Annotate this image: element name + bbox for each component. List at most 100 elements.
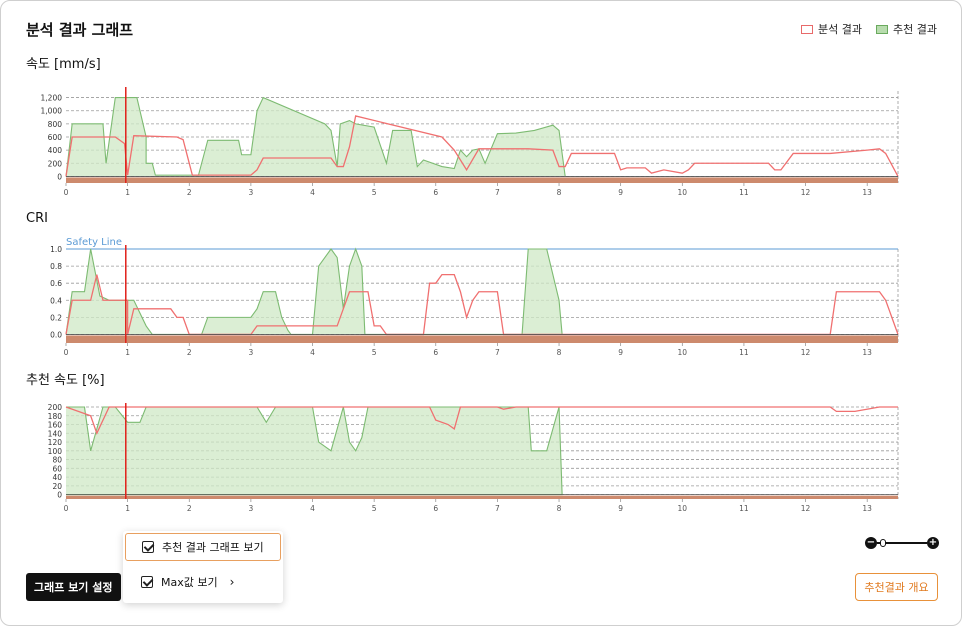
y-tick-label: 0.4 [50, 296, 62, 305]
chart-label-cri: CRI [26, 211, 48, 226]
y-tick-label: 0.2 [50, 313, 62, 322]
x-tick-label: 3 [248, 188, 253, 197]
x-tick-label: 3 [248, 504, 253, 513]
chevron-right-icon: › [229, 575, 235, 589]
x-tick-label: 0 [64, 348, 69, 357]
x-tick-label: 1 [125, 348, 130, 357]
legend-item-analysis: 분석 결과 [801, 21, 862, 37]
x-tick-label: 1 [125, 504, 130, 513]
legend-label-recommend: 추천 결과 [893, 23, 937, 36]
x-tick-label: 11 [739, 188, 749, 197]
legend-swatch-analysis [801, 24, 814, 34]
x-tick-label: 4 [310, 348, 315, 357]
x-tick-label: 10 [678, 348, 688, 357]
x-tick-label: 8 [557, 188, 562, 197]
x-tick-label: 6 [433, 188, 438, 197]
x-tick-label: 12 [801, 348, 811, 357]
y-tick-label: 60 [52, 464, 62, 473]
x-tick-label: 13 [862, 188, 872, 197]
x-tick-label: 2 [187, 504, 192, 513]
x-tick-label: 8 [557, 504, 562, 513]
x-tick-label: 11 [739, 504, 749, 513]
y-tick-label: 80 [52, 456, 62, 465]
y-tick-label: 20 [52, 482, 62, 491]
checkbox-checked-icon[interactable] [141, 576, 153, 588]
y-tick-label: 0.0 [50, 330, 62, 339]
y-tick-label: 400 [48, 146, 63, 155]
x-tick-label: 8 [557, 348, 562, 357]
y-tick-label: 0.8 [50, 262, 62, 271]
y-tick-label: 1.0 [50, 245, 62, 254]
x-tick-label: 5 [372, 504, 377, 513]
x-tick-label: 7 [495, 188, 500, 197]
graph-view-menu: 추천 결과 그래프 보기 Max값 보기 › [123, 531, 283, 603]
recommend-speed-chart: 0204060801001201401601802000 1 2 3 4 5 6 7 8 9 10 1… [48, 403, 899, 513]
x-tick-label: 4 [310, 188, 315, 197]
chart-label-speed: 속도 [mm/s] [26, 57, 101, 72]
recommend-summary-button[interactable]: 추천결과 개요 [855, 573, 938, 601]
x-tick-label: 9 [618, 504, 623, 513]
x-tick-label: 10 [678, 188, 688, 197]
y-tick-label: 0 [57, 491, 62, 500]
page-title: 분석 결과 그래프 [26, 21, 134, 39]
checkbox-checked-icon[interactable] [142, 541, 154, 553]
x-tick-label: 6 [433, 348, 438, 357]
x-tick-label: 6 [433, 504, 438, 513]
x-tick-label: 5 [372, 188, 377, 197]
y-tick-label: 120 [48, 438, 63, 447]
zoom-handle[interactable] [880, 539, 886, 547]
ground-band [66, 495, 898, 499]
y-tick-label: 200 [48, 159, 63, 168]
cri-chart: 0.00.20.40.60.81.0Safety Line0 1 2 3 4 5 6 7 8 9 1… [50, 237, 899, 357]
x-tick-label: 0 [64, 504, 69, 513]
legend-swatch-recommend [876, 24, 889, 34]
safety-line-label: Safety Line [66, 237, 122, 248]
x-tick-label: 13 [862, 348, 872, 357]
ground-band [66, 177, 898, 183]
zoom-slider[interactable]: − + [865, 537, 939, 549]
zoom-out-icon[interactable]: − [865, 537, 877, 549]
analysis-series-line [65, 273, 899, 336]
y-tick-label: 0.6 [50, 279, 62, 288]
y-tick-label: 1,200 [41, 94, 63, 103]
chart-legend: 분석 결과 추천 결과 [801, 21, 937, 37]
x-tick-label: 3 [248, 348, 253, 357]
y-tick-label: 800 [48, 120, 63, 129]
y-tick-label: 160 [48, 421, 63, 430]
ground-band [66, 335, 898, 343]
y-tick-label: 180 [48, 412, 63, 421]
x-tick-label: 9 [618, 188, 623, 197]
menu-item-label: Max값 보기 [161, 576, 218, 589]
recommend-area [66, 97, 566, 177]
y-tick-label: 200 [48, 403, 63, 412]
y-tick-label: 40 [52, 473, 62, 482]
x-tick-label: 12 [801, 504, 811, 513]
panel-frame: 분석 결과 그래프 분석 결과 추천 결과 속도 [mm/s] 0 200 400 6… [0, 0, 962, 626]
zoom-in-icon[interactable]: + [927, 537, 939, 549]
x-tick-label: 10 [678, 504, 688, 513]
x-tick-label: 11 [739, 348, 749, 357]
y-tick-label: 0 [57, 172, 62, 181]
x-tick-label: 7 [495, 348, 500, 357]
legend-label-analysis: 분석 결과 [818, 23, 863, 36]
x-tick-label: 2 [187, 348, 192, 357]
graph-settings-button[interactable]: 그래프 보기 설정 [26, 573, 121, 601]
speed-chart: 02004006008001,0001,2000 1 2 3 4 5 6 7 8 9 10 11 12 1… [41, 87, 899, 197]
x-tick-label: 1 [125, 188, 130, 197]
legend-item-recommend: 추천 결과 [876, 21, 937, 37]
x-tick-label: 12 [801, 188, 811, 197]
y-tick-label: 100 [48, 447, 63, 456]
x-tick-label: 0 [64, 188, 69, 197]
menu-item-show-recommend-graph[interactable]: 추천 결과 그래프 보기 [125, 533, 281, 561]
y-tick-label: 600 [48, 133, 63, 142]
y-tick-label: 140 [48, 429, 63, 438]
x-tick-label: 7 [495, 504, 500, 513]
x-tick-label: 2 [187, 188, 192, 197]
y-tick-label: 1,000 [41, 107, 63, 116]
menu-item-show-max[interactable]: Max값 보기 › [125, 568, 281, 596]
x-tick-label: 9 [618, 348, 623, 357]
menu-item-label: 추천 결과 그래프 보기 [162, 541, 264, 554]
x-tick-label: 13 [862, 504, 872, 513]
x-tick-label: 5 [372, 348, 377, 357]
x-tick-label: 4 [310, 504, 315, 513]
